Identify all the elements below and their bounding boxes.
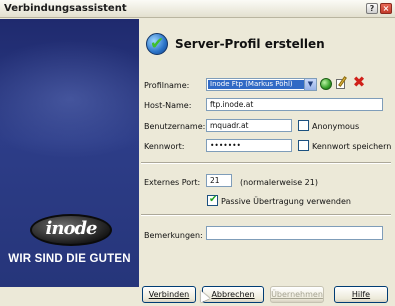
passive-label: Passive Übertragung verwenden: [221, 197, 351, 206]
uebernehmen-button[interactable]: Übernehmen: [270, 286, 324, 303]
kennwort-speichern-label: Kennwort speichern: [312, 142, 392, 151]
checkmark-icon: ✔: [209, 194, 218, 205]
edit-icon[interactable]: [336, 76, 348, 90]
profile-select-value: Inode Ftp (Markus Pöhl): [208, 80, 304, 89]
window-title: Verbindungsassistent: [4, 3, 127, 14]
hilfe-button[interactable]: Hilfe: [334, 286, 388, 303]
delete-icon[interactable]: ✖: [352, 75, 366, 90]
kennwort-label: Kennwort:: [144, 142, 185, 151]
abbrechen-button[interactable]: Abbrechen: [202, 286, 264, 303]
branding-panel: inode WIR SIND DIE GUTEN: [0, 19, 139, 287]
uebernehmen-label: Übernehmen: [271, 290, 323, 299]
port-hint: (normalerweise 21): [240, 178, 318, 187]
logo-text: inode: [45, 218, 98, 239]
abbrechen-label: Abbrechen: [211, 290, 255, 299]
profilname-label: Profilname:: [144, 81, 190, 90]
verbinden-button[interactable]: Verbinden: [142, 286, 196, 303]
benutzername-input[interactable]: mquadr.at: [206, 119, 292, 132]
port-input[interactable]: 21: [206, 174, 232, 187]
anonymous-checkbox[interactable]: [298, 120, 309, 131]
help-title-button[interactable]: ?: [366, 3, 378, 14]
inode-logo: inode: [30, 212, 112, 248]
profile-select[interactable]: Inode Ftp (Markus Pöhl) ▼: [206, 78, 317, 91]
separator-2: [141, 214, 391, 216]
slogan: WIR SIND DIE GUTEN: [8, 253, 131, 265]
passive-checkbox[interactable]: ✔: [207, 194, 218, 206]
chevron-down-icon[interactable]: ▼: [304, 79, 316, 90]
globe-icon[interactable]: [320, 78, 332, 90]
benutzername-label: Benutzername:: [144, 122, 206, 131]
separator-1: [141, 162, 391, 164]
bemerkungen-input[interactable]: [206, 226, 383, 240]
hostname-input[interactable]: ftp.inode.at: [206, 98, 383, 111]
hostname-label: Host-Name:: [144, 101, 192, 110]
verbinden-label: Verbinden: [148, 290, 190, 299]
close-title-button[interactable]: ×: [380, 3, 392, 14]
wizard-check-icon: ✔: [146, 33, 168, 55]
kennwort-speichern-checkbox[interactable]: [298, 140, 309, 151]
bemerkungen-label: Bemerkungen:: [144, 231, 203, 240]
port-label: Externes Port:: [144, 178, 201, 187]
kennwort-input[interactable]: •••••••: [206, 139, 292, 152]
hilfe-label: Hilfe: [351, 290, 371, 299]
anonymous-label: Anonymous: [312, 122, 360, 131]
title-bar: Verbindungsassistent ? ×: [0, 0, 395, 18]
page-title: Server-Profil erstellen: [175, 37, 325, 51]
panel-shine: [0, 39, 139, 159]
